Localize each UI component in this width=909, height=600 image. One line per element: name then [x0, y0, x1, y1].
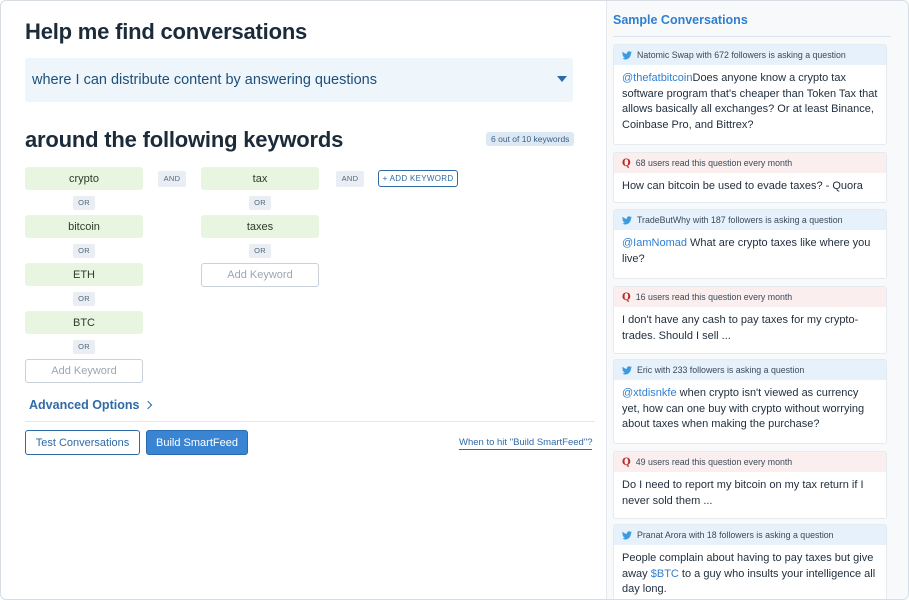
when-to-build-link[interactable]: When to hit "Build SmartFeed"? [459, 437, 593, 450]
or-label: OR [249, 196, 271, 210]
or-label: OR [249, 244, 271, 258]
advanced-options-label: Advanced Options [29, 398, 140, 412]
keyword-chip[interactable]: crypto [25, 167, 143, 190]
card-header-text: 49 users read this question every month [635, 457, 793, 467]
card-header-text: 16 users read this question every month [635, 292, 793, 302]
quora-icon: Q [622, 291, 631, 303]
card-body: Do I need to report my bitcoin on my tax… [614, 472, 886, 509]
mention-link[interactable]: @xtdisnkfe [622, 387, 677, 399]
keyword-chip[interactable]: ETH [25, 263, 143, 286]
conversation-card[interactable]: Q 49 users read this question every mont… [613, 451, 887, 519]
keyword-count-badge: 6 out of 10 keywords [486, 132, 575, 146]
chevron-right-icon [144, 400, 153, 410]
card-header-text: 68 users read this question every month [635, 158, 793, 168]
card-header: Eric with 233 followers is asking a ques… [614, 360, 886, 380]
add-keyword-input[interactable]: Add Keyword [201, 263, 319, 287]
and-label: AND [158, 171, 186, 187]
conversation-card[interactable]: Q 68 users read this question every mont… [613, 152, 887, 203]
card-body: I don't have any cash to pay taxes for m… [614, 307, 886, 344]
card-body: @IamNomad What are crypto taxes like whe… [614, 230, 886, 267]
quora-icon: Q [622, 157, 631, 169]
card-header: Q 68 users read this question every mont… [614, 153, 886, 173]
conversation-card[interactable]: Eric with 233 followers is asking a ques… [613, 359, 887, 444]
keyword-chip[interactable]: bitcoin [25, 215, 143, 238]
caret-down-icon[interactable] [557, 76, 567, 82]
or-label: OR [73, 340, 95, 354]
or-label: OR [73, 244, 95, 258]
and-label: AND [336, 171, 364, 187]
card-header: Q 49 users read this question every mont… [614, 452, 886, 472]
keyword-chip[interactable]: BTC [25, 311, 143, 334]
quora-icon: Q [622, 456, 631, 468]
intent-value: where I can distribute content by answer… [32, 72, 377, 88]
keywords-heading: around the following keywords [25, 127, 344, 152]
mention-link[interactable]: @IamNomad [622, 237, 687, 249]
conversation-card[interactable]: Q 16 users read this question every mont… [613, 286, 887, 354]
add-keyword-group-button[interactable]: + ADD KEYWORD [378, 170, 458, 187]
card-text: I don't have any cash to pay taxes for m… [622, 314, 859, 342]
card-header: Pranat Arora with 18 followers is asking… [614, 525, 886, 545]
test-conversations-button[interactable]: Test Conversations [25, 430, 140, 455]
or-label: OR [73, 292, 95, 306]
build-smartfeed-button[interactable]: Build SmartFeed [146, 430, 248, 455]
add-keyword-input[interactable]: Add Keyword [25, 359, 143, 383]
card-header: Natomic Swap with 672 followers is askin… [614, 45, 886, 65]
app-window: Help me find conversations where I can d… [0, 0, 909, 600]
divider [25, 421, 595, 422]
or-label: OR [73, 196, 95, 210]
conversation-card[interactable]: TradeButWhy with 187 followers is asking… [613, 209, 887, 279]
intent-dropdown[interactable]: where I can distribute content by answer… [25, 58, 573, 102]
twitter-icon [622, 365, 632, 374]
sidebar-title: Sample Conversations [613, 13, 748, 27]
sidebar-divider [613, 36, 891, 37]
cashtag-link[interactable]: $BTC [651, 568, 679, 580]
card-header-text: Pranat Arora with 18 followers is asking… [637, 530, 834, 540]
card-body: @xtdisnkfe when crypto isn't viewed as c… [614, 380, 886, 433]
card-body: @thefatbitcoinDoes anyone know a crypto … [614, 65, 886, 133]
twitter-icon [622, 530, 632, 539]
card-body: People complain about having to pay taxe… [614, 545, 886, 598]
card-header-text: Natomic Swap with 672 followers is askin… [637, 50, 846, 60]
keyword-chip[interactable]: tax [201, 167, 319, 190]
keyword-chip[interactable]: taxes [201, 215, 319, 238]
mention-link[interactable]: @thefatbitcoin [622, 72, 693, 84]
card-header-text: Eric with 233 followers is asking a ques… [637, 365, 805, 375]
page-title: Help me find conversations [25, 19, 308, 44]
twitter-icon [622, 50, 632, 59]
card-header-text: TradeButWhy with 187 followers is asking… [637, 215, 843, 225]
conversation-card[interactable]: Natomic Swap with 672 followers is askin… [613, 44, 887, 145]
advanced-options-link[interactable]: Advanced Options [29, 398, 153, 412]
twitter-icon [622, 215, 632, 224]
card-header: Q 16 users read this question every mont… [614, 287, 886, 307]
card-text: Do I need to report my bitcoin on my tax… [622, 479, 864, 507]
card-body: How can bitcoin be used to evade taxes? … [614, 173, 886, 195]
card-header: TradeButWhy with 187 followers is asking… [614, 210, 886, 230]
conversation-card[interactable]: Pranat Arora with 18 followers is asking… [613, 524, 887, 599]
card-text: How can bitcoin be used to evade taxes? … [622, 180, 863, 192]
